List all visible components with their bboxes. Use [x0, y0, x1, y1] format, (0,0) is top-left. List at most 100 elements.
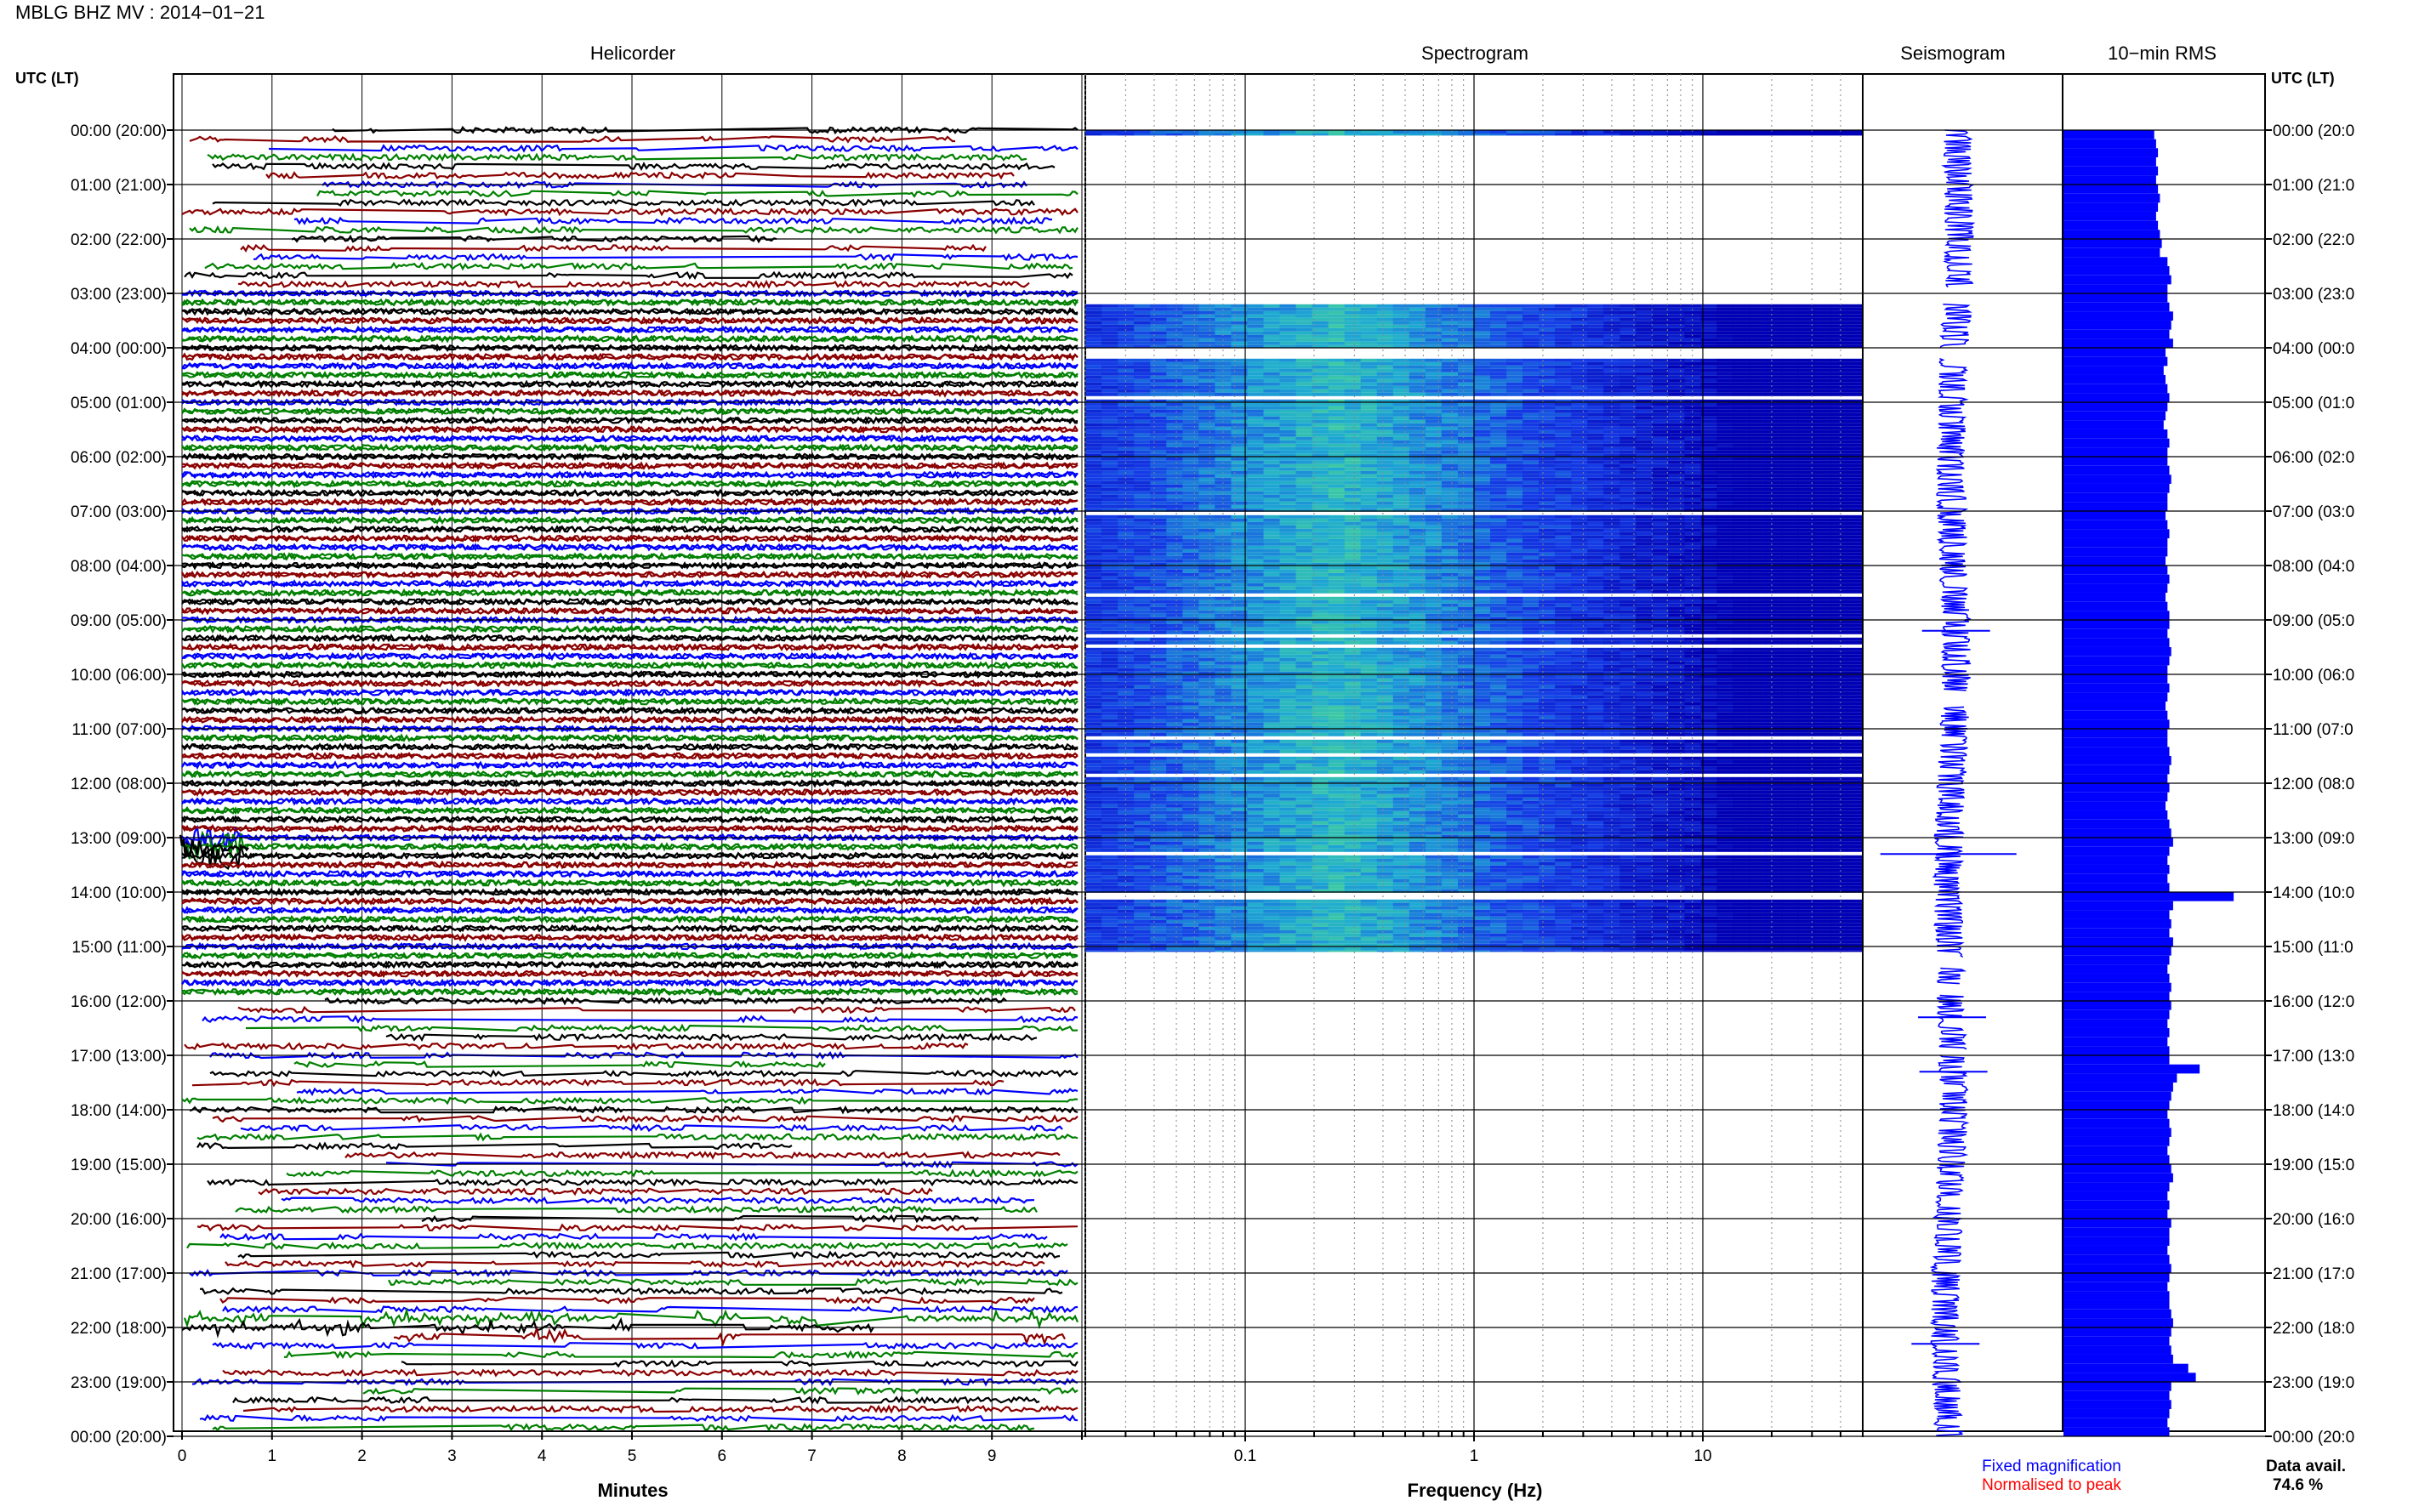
- spectrogram-cell: [1279, 304, 1297, 308]
- spectrogram-cell: [1247, 640, 1264, 645]
- spectrogram-cell: [1344, 566, 1362, 570]
- spectrogram-cell: [1571, 457, 1588, 461]
- spectrogram-cell: [1182, 416, 1199, 420]
- spectrogram-cell: [1587, 409, 1604, 413]
- spectrogram-cell: [1733, 440, 1750, 444]
- spectrogram-cell: [1134, 613, 1151, 617]
- spectrogram-cell: [1376, 440, 1394, 444]
- spectrogram-cell: [1587, 545, 1604, 549]
- spectrogram-cell: [1781, 310, 1799, 315]
- spectrogram-cell: [1716, 528, 1734, 532]
- spectrogram-cell: [1490, 368, 1507, 372]
- spectrogram-cell: [1295, 378, 1313, 383]
- spectrogram-cell: [1668, 433, 1686, 437]
- spectrogram-cell: [1376, 446, 1394, 451]
- spectrogram-cell: [1392, 542, 1410, 546]
- spectrogram-cell: [1150, 460, 1167, 464]
- spectrogram-cell: [1555, 378, 1572, 383]
- spectrogram-cell: [1684, 583, 1702, 587]
- spectrogram-cell: [1392, 334, 1410, 338]
- spectrogram-cell: [1134, 365, 1151, 369]
- spectrogram-cell: [1781, 409, 1799, 413]
- spectrogram-cell: [1198, 545, 1215, 549]
- spectrogram-cell: [1523, 321, 1540, 325]
- spectrogram-cell: [1279, 657, 1297, 662]
- spectrogram-cell: [1571, 433, 1588, 437]
- spectrogram-cell: [1295, 375, 1313, 379]
- spectrogram-cell: [1523, 579, 1540, 583]
- spectrogram-cell: [1684, 559, 1702, 563]
- spectrogram-cell: [1182, 542, 1199, 546]
- spectrogram-cell: [1555, 504, 1572, 509]
- spectrogram-cell: [1312, 484, 1329, 488]
- spectrogram-cell: [1085, 542, 1102, 546]
- spectrogram-cell: [1182, 514, 1199, 519]
- spectrogram-cell: [1295, 327, 1313, 332]
- spectrogram-cell: [1263, 321, 1281, 325]
- spectrogram-cell: [1765, 446, 1783, 451]
- spectrogram-cell: [1376, 613, 1394, 617]
- spectrogram-cell: [1118, 647, 1135, 651]
- spectrogram-cell: [1425, 134, 1443, 136]
- spectrogram-cell: [1198, 412, 1215, 417]
- spectrogram-cell: [1830, 528, 1847, 532]
- spectrogram-cell: [1085, 518, 1102, 522]
- spectrogram-cell: [1166, 494, 1183, 498]
- spectrogram-cell: [1636, 525, 1653, 529]
- spectrogram-cell: [1085, 572, 1102, 577]
- spectrogram-cell: [1813, 583, 1831, 587]
- spectrogram-cell: [1134, 504, 1151, 509]
- spectrogram-cell: [1198, 341, 1215, 345]
- spectrogram-cell: [1263, 521, 1281, 526]
- spectrogram-cell: [1474, 314, 1491, 318]
- spectrogram-cell: [1490, 392, 1507, 396]
- spectrogram-cell: [1392, 307, 1410, 311]
- spectrogram-cell: [1085, 559, 1102, 563]
- spectrogram-cell: [1716, 443, 1734, 447]
- spectrogram-cell: [1247, 589, 1264, 594]
- spectrogram-cell: [1652, 365, 1670, 369]
- spectrogram-cell: [1198, 586, 1215, 590]
- spectrogram-cell: [1376, 392, 1394, 396]
- spectrogram-cell: [1668, 463, 1686, 468]
- spectrogram-cell: [1652, 457, 1670, 461]
- spectrogram-cell: [1279, 596, 1297, 600]
- spectrogram-cell: [1182, 606, 1199, 611]
- spectrogram-cell: [1312, 640, 1329, 645]
- spectrogram-cell: [1490, 531, 1507, 536]
- spectrogram-cell: [1765, 392, 1783, 396]
- spectrogram-cell: [1328, 423, 1346, 427]
- spectrogram-cell: [1263, 596, 1281, 600]
- spectrogram-cell: [1847, 423, 1864, 427]
- spectrogram-cell: [1376, 596, 1394, 600]
- spectrogram-cell: [1344, 324, 1362, 328]
- spectrogram-cell: [1263, 372, 1281, 376]
- spectrogram-cell: [1749, 443, 1767, 447]
- spectrogram-cell: [1813, 443, 1831, 447]
- spectrogram-cell: [1749, 467, 1767, 471]
- spectrogram-cell: [1765, 535, 1783, 539]
- spectrogram-cell: [1360, 654, 1378, 658]
- spectrogram-cell: [1085, 538, 1102, 543]
- spectrogram-cell: [1360, 416, 1378, 420]
- spectrogram-cell: [1847, 324, 1864, 328]
- spectrogram-cell: [1847, 480, 1864, 485]
- spectrogram-cell: [1523, 627, 1540, 631]
- spectrogram-cell: [1458, 416, 1475, 420]
- spectrogram-cell: [1523, 637, 1540, 641]
- spectrogram-cell: [1344, 331, 1362, 335]
- spectrogram-cell: [1118, 331, 1135, 335]
- spectrogram-cell: [1328, 436, 1346, 441]
- spectrogram-cell: [1134, 310, 1151, 315]
- spectrogram-cell: [1247, 341, 1264, 345]
- spectrogram-cell: [1668, 651, 1686, 655]
- spectrogram-cell: [1506, 304, 1523, 308]
- spectrogram-cell: [1328, 576, 1346, 580]
- spectrogram-cell: [1279, 409, 1297, 413]
- spectrogram-cell: [1134, 433, 1151, 437]
- spectrogram-cell: [1247, 375, 1264, 379]
- spectrogram-cell: [1263, 501, 1281, 505]
- spectrogram-cell: [1636, 327, 1653, 332]
- spectrogram-cell: [1733, 134, 1750, 136]
- spectrogram-cell: [1830, 378, 1847, 383]
